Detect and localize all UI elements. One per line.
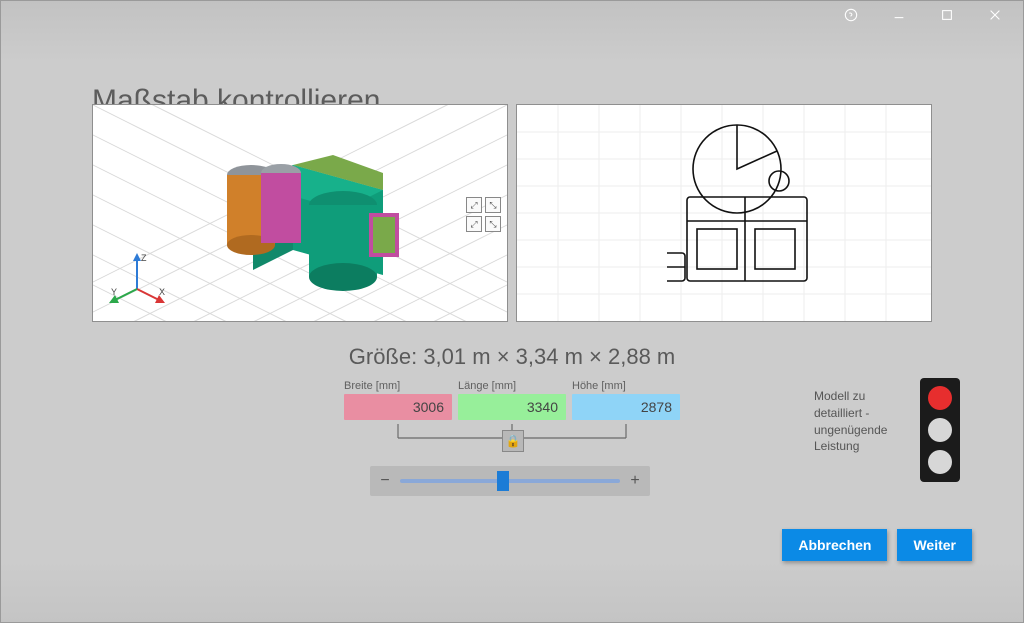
dimension-row: Breite [mm] 3006 Länge [mm] 3340 Höhe [m… [344,380,680,420]
traffic-green [928,450,952,474]
lock-connector: 🔒 [344,424,680,452]
size-line: Größe: 3,01 m × 3,34 m × 2,88 m [0,344,1024,370]
zoom-extents-icon[interactable]: ⤢ [466,197,482,213]
dim-breite-label: Breite [mm] [344,380,452,392]
slider-track[interactable] [400,479,620,483]
views-row: Z X Y ⤢ ⤡ ⤢ ⤡ [92,104,932,322]
titlebar [842,0,1024,30]
status-text: Modell zu detailliert - ungenügende Leis… [814,388,904,455]
zoom-fit-icon[interactable]: ⤡ [485,197,501,213]
slider-thumb[interactable] [497,471,509,491]
model-3d [213,135,433,305]
footer-buttons: Abbrechen Weiter [782,529,972,561]
dim-laenge-input[interactable]: 3340 [458,394,566,420]
next-button[interactable]: Weiter [897,529,972,561]
zoom-in-icon[interactable]: ⤢ [466,216,482,232]
minimize-icon[interactable] [890,6,908,24]
dim-laenge: Länge [mm] 3340 [458,380,566,420]
view-3d[interactable]: Z X Y ⤢ ⤡ ⤢ ⤡ [92,104,508,322]
dim-breite: Breite [mm] 3006 [344,380,452,420]
dim-hoehe-label: Höhe [mm] [572,380,680,392]
view-2d[interactable] [516,104,932,322]
close-icon[interactable] [986,6,1004,24]
dim-laenge-label: Länge [mm] [458,380,566,392]
drawing-2d [667,121,837,311]
dialog-window: Maßstab kontrollieren [0,0,1024,623]
traffic-red [928,386,952,410]
svg-text:X: X [159,287,165,297]
scale-slider[interactable]: − + [370,466,650,496]
help-icon[interactable] [842,6,860,24]
lock-icon[interactable]: 🔒 [502,430,524,452]
cancel-button[interactable]: Abbrechen [782,529,887,561]
zoom-out-icon[interactable]: ⤡ [485,216,501,232]
dim-breite-input[interactable]: 3006 [344,394,452,420]
dim-hoehe: Höhe [mm] 2878 [572,380,680,420]
axis-gizmo: Z X Y [107,251,167,311]
view-zoom-controls: ⤢ ⤡ ⤢ ⤡ [466,197,501,232]
svg-text:Z: Z [141,253,147,263]
maximize-icon[interactable] [938,6,956,24]
svg-text:Y: Y [111,287,117,297]
dim-hoehe-input[interactable]: 2878 [572,394,680,420]
slider-plus-icon[interactable]: + [620,472,650,490]
traffic-yellow [928,418,952,442]
traffic-light [920,378,960,482]
slider-minus-icon[interactable]: − [370,472,400,490]
